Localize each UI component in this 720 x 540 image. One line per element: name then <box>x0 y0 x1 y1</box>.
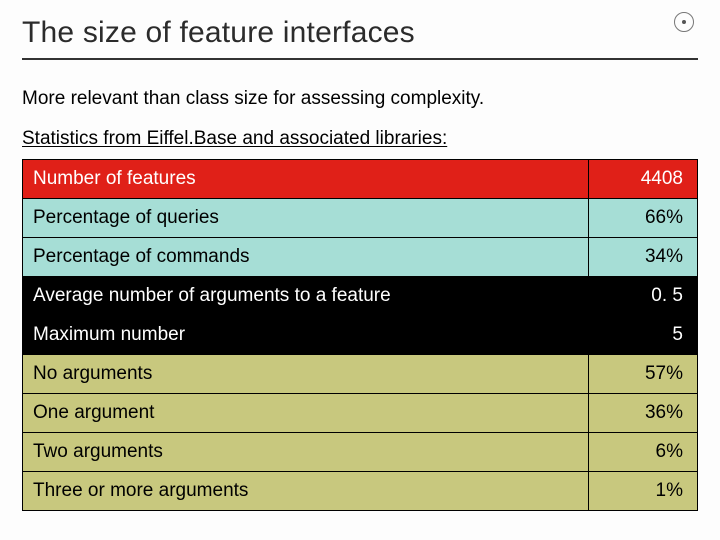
row-label: Number of features <box>23 160 589 199</box>
row-label: Maximum number <box>23 316 589 355</box>
table-row: Three or more arguments 1% <box>23 472 698 511</box>
row-label: Three or more arguments <box>23 472 589 511</box>
stats-source: Statistics from Eiffel.Base and associat… <box>22 126 698 152</box>
row-value: 4408 <box>589 160 698 199</box>
table-row: Percentage of commands 34% <box>23 238 698 277</box>
row-value: 36% <box>589 394 698 433</box>
row-value: 1% <box>589 472 698 511</box>
intro-text: More relevant than class size for assess… <box>22 86 698 112</box>
table-row: Maximum number 5 <box>23 316 698 355</box>
row-label: One argument <box>23 394 589 433</box>
table-row: Average number of arguments to a feature… <box>23 277 698 316</box>
table-row: Percentage of queries 66% <box>23 199 698 238</box>
row-label: No arguments <box>23 355 589 394</box>
row-value: 6% <box>589 433 698 472</box>
row-label: Percentage of commands <box>23 238 589 277</box>
table-row: Two arguments 6% <box>23 433 698 472</box>
row-label: Average number of arguments to a feature <box>23 277 589 316</box>
row-label: Percentage of queries <box>23 199 589 238</box>
table-row: One argument 36% <box>23 394 698 433</box>
stats-table: Number of features 4408 Percentage of qu… <box>22 159 698 511</box>
slide-body: More relevant than class size for assess… <box>22 86 698 151</box>
row-value: 34% <box>589 238 698 277</box>
row-label: Two arguments <box>23 433 589 472</box>
table-row: Number of features 4408 <box>23 160 698 199</box>
row-value: 57% <box>589 355 698 394</box>
row-value: 66% <box>589 199 698 238</box>
slide-title: The size of feature interfaces <box>22 10 698 60</box>
row-value: 0. 5 <box>589 277 698 316</box>
slide: The size of feature interfaces More rele… <box>0 0 720 540</box>
row-value: 5 <box>589 316 698 355</box>
table-row: No arguments 57% <box>23 355 698 394</box>
corner-logo-icon <box>674 12 694 32</box>
